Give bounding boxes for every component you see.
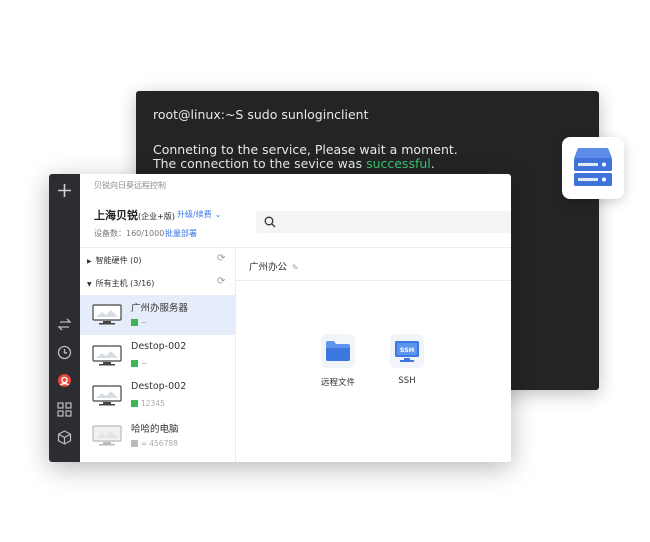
search-icon [264, 216, 276, 228]
caret-down-icon: ▼ [87, 281, 92, 288]
device-subtitle: 12345 [131, 399, 165, 408]
monitor-icon [92, 304, 122, 325]
ssh-badge-text: SSH [400, 346, 415, 354]
device-id: 456788 [149, 439, 178, 448]
add-icon[interactable] [56, 182, 73, 199]
device-name: Destop-002 [131, 341, 187, 352]
panel-title: 广州办公 ✎ [249, 259, 299, 273]
remote-connect-icon[interactable] [56, 316, 73, 333]
ssh-label: SSH [398, 376, 416, 386]
sidebar [49, 174, 80, 462]
device-subtitle: ∞ 456788 [131, 439, 178, 448]
device-row[interactable]: 哈哈的电脑 ∞ 456788 [80, 416, 235, 456]
device-subtitle: ~ [131, 318, 147, 327]
windows-icon [131, 440, 138, 447]
monitor-icon [92, 385, 122, 406]
monitor-icon [92, 345, 122, 366]
batch-deploy-link[interactable]: 批量部署 [165, 228, 197, 239]
terminal-output-text: . [430, 156, 435, 171]
windows-icon [131, 360, 138, 367]
upgrade-link[interactable]: 升级/续费 ⌄ [177, 209, 221, 220]
company-name-text: 上海贝锐 [94, 209, 138, 222]
device-count: 设备数：160/1000 [94, 229, 165, 238]
device-name: 哈哈的电脑 [131, 424, 179, 435]
device-row[interactable]: Destop-002 12345 [80, 376, 235, 416]
group-all-hosts[interactable]: ▼ 所有主机 (3/16) [87, 278, 154, 289]
group-label: 所有主机 (3/16) [95, 279, 155, 288]
company-name: 上海贝锐(企业+版) [94, 207, 175, 223]
ssh-monitor-icon: SSH [395, 341, 419, 362]
terminal-success-text: successful [366, 156, 431, 171]
refresh-icon[interactable]: ⟳ [217, 276, 225, 287]
terminal-output-line: The connection to the sevice was success… [153, 157, 435, 171]
device-id: ~ [141, 359, 148, 368]
device-row[interactable]: 广州办服务器 ~ [80, 295, 235, 335]
device-list-icon[interactable] [56, 372, 73, 389]
edition-label: (企业+版) [138, 212, 175, 221]
terminal-output-text: The connection to the sevice was [153, 156, 367, 171]
panel-header-divider [236, 280, 511, 281]
panel-title-text: 广州办公 [249, 262, 288, 273]
remote-file-icon-box[interactable] [321, 334, 355, 368]
chevron-down-icon: ⌄ [214, 210, 222, 219]
refresh-icon[interactable]: ⟳ [217, 253, 225, 264]
device-name: 广州办服务器 [131, 303, 189, 314]
server-icon-card [562, 137, 624, 199]
upgrade-label[interactable]: 升级/续费 [177, 210, 212, 219]
ssh-icon-box[interactable]: SSH [390, 334, 424, 368]
remote-file-tile[interactable]: 远程文件 [313, 334, 363, 388]
header-divider [80, 247, 511, 248]
remote-control-app-window: 贝锐向日葵远程控制 上海贝锐(企业+版) 升级/续费 ⌄ 设备数：160/1000… [49, 174, 511, 462]
search-input[interactable] [256, 211, 511, 233]
caret-right-icon: ▶ [87, 258, 92, 265]
terminal-prompt-line: root@linux:~S sudo sunloginclient [153, 107, 369, 122]
link-icon: ∞ [141, 439, 148, 448]
group-label: 智能硬件 (0) [95, 256, 142, 265]
device-subtitle: ~ [131, 359, 147, 368]
device-id: 12345 [141, 399, 165, 408]
device-row[interactable]: Destop-002 ~ [80, 336, 235, 376]
monitor-offline-icon [92, 425, 122, 446]
terminal-output-line: Conneting to the service, Please wait a … [153, 142, 458, 157]
apps-grid-icon[interactable] [56, 401, 73, 418]
edit-icon[interactable]: ✎ [292, 263, 299, 272]
device-id: ~ [141, 318, 148, 327]
clock-icon[interactable] [56, 344, 73, 361]
group-smart-hardware[interactable]: ▶ 智能硬件 (0) [87, 255, 142, 266]
cube-icon[interactable] [56, 429, 73, 446]
server-icon [574, 148, 612, 186]
windows-icon [131, 319, 138, 326]
device-name: Destop-002 [131, 381, 187, 392]
ssh-tile[interactable]: SSH SSH [382, 334, 432, 386]
windows-icon [131, 400, 138, 407]
remote-file-label: 远程文件 [320, 378, 355, 388]
app-title: 贝锐向日葵远程控制 [94, 181, 166, 190]
folder-icon [326, 341, 350, 361]
